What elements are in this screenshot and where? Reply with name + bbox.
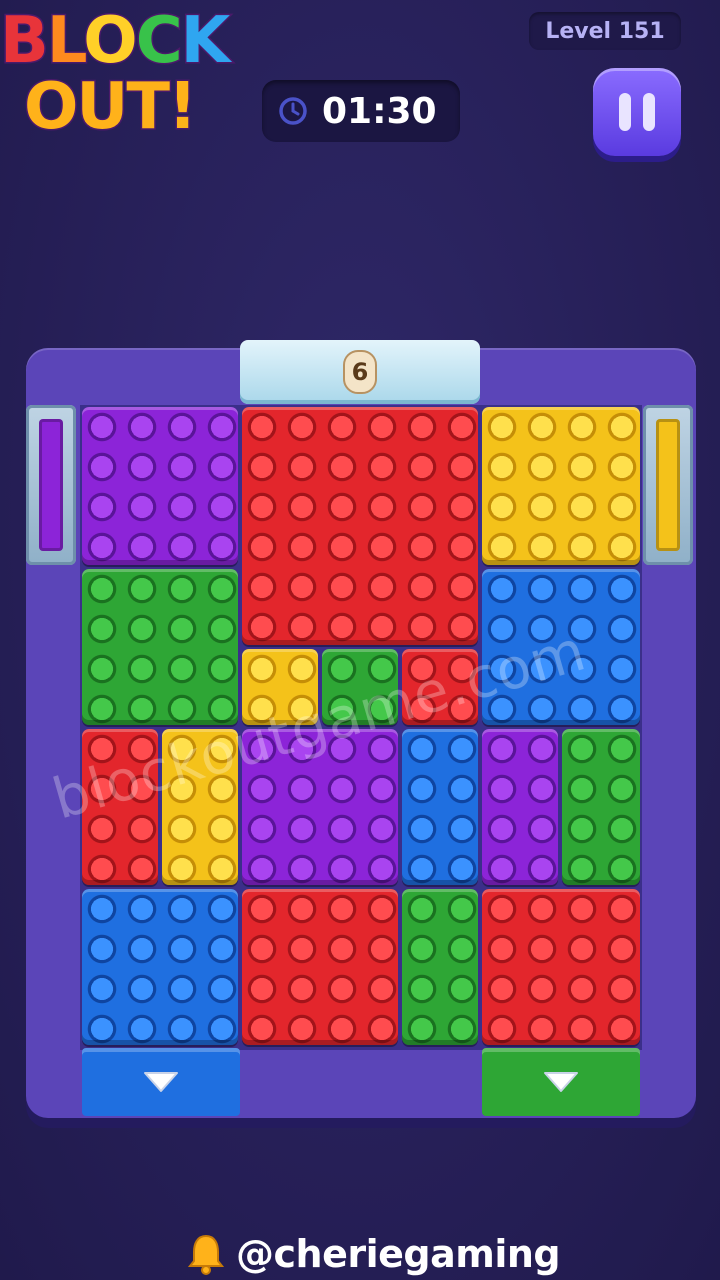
brick-blue[interactable] bbox=[82, 889, 238, 1045]
brick-blue[interactable] bbox=[402, 729, 478, 885]
chevron-down-icon bbox=[544, 1072, 578, 1092]
logo-letter: C bbox=[134, 3, 184, 80]
brick-red[interactable] bbox=[482, 889, 640, 1045]
brick-green[interactable] bbox=[402, 889, 478, 1045]
brick-yellow[interactable] bbox=[482, 407, 640, 565]
chevron-down-icon bbox=[144, 1072, 178, 1092]
brick-green[interactable] bbox=[562, 729, 640, 885]
left-gate-slot bbox=[39, 419, 63, 551]
timer: 01:30 bbox=[262, 80, 460, 142]
timer-value: 01:30 bbox=[322, 90, 437, 132]
pause-button[interactable] bbox=[593, 68, 681, 156]
left-gate bbox=[26, 405, 76, 565]
right-gate-slot bbox=[656, 419, 680, 551]
logo-letter: O bbox=[82, 3, 139, 80]
level-indicator: Level 151 bbox=[529, 12, 681, 50]
logo-word-out: OUT! bbox=[22, 69, 198, 146]
pause-icon bbox=[613, 93, 661, 131]
brick-red[interactable] bbox=[242, 407, 478, 645]
game-screen: BLOCK OUT! Level 151 01:30 6 blockoutgam… bbox=[0, 0, 720, 1280]
pause-icon-bar bbox=[643, 93, 655, 131]
brick-purple[interactable] bbox=[82, 407, 238, 565]
top-gate: 6 bbox=[240, 340, 480, 404]
handle-text: @cheriegaming bbox=[236, 1232, 561, 1276]
brick-red[interactable] bbox=[242, 889, 398, 1045]
gate-counter: 6 bbox=[343, 350, 377, 394]
brick-purple[interactable] bbox=[482, 729, 558, 885]
game-logo: BLOCK OUT! bbox=[0, 0, 260, 150]
logo-letter: K bbox=[179, 3, 232, 80]
logo-word-block: BLOCK bbox=[0, 3, 232, 80]
pause-icon-bar bbox=[619, 93, 631, 131]
brick-green[interactable] bbox=[82, 569, 238, 725]
right-gate bbox=[643, 405, 693, 565]
exit-blue bbox=[82, 1048, 240, 1116]
bell-icon bbox=[187, 1234, 225, 1275]
clock-icon bbox=[279, 97, 307, 125]
logo-letter: L bbox=[45, 3, 86, 80]
logo-letter: B bbox=[0, 3, 50, 80]
creator-handle: @cheriegaming bbox=[186, 1232, 561, 1276]
exit-green bbox=[482, 1048, 640, 1116]
